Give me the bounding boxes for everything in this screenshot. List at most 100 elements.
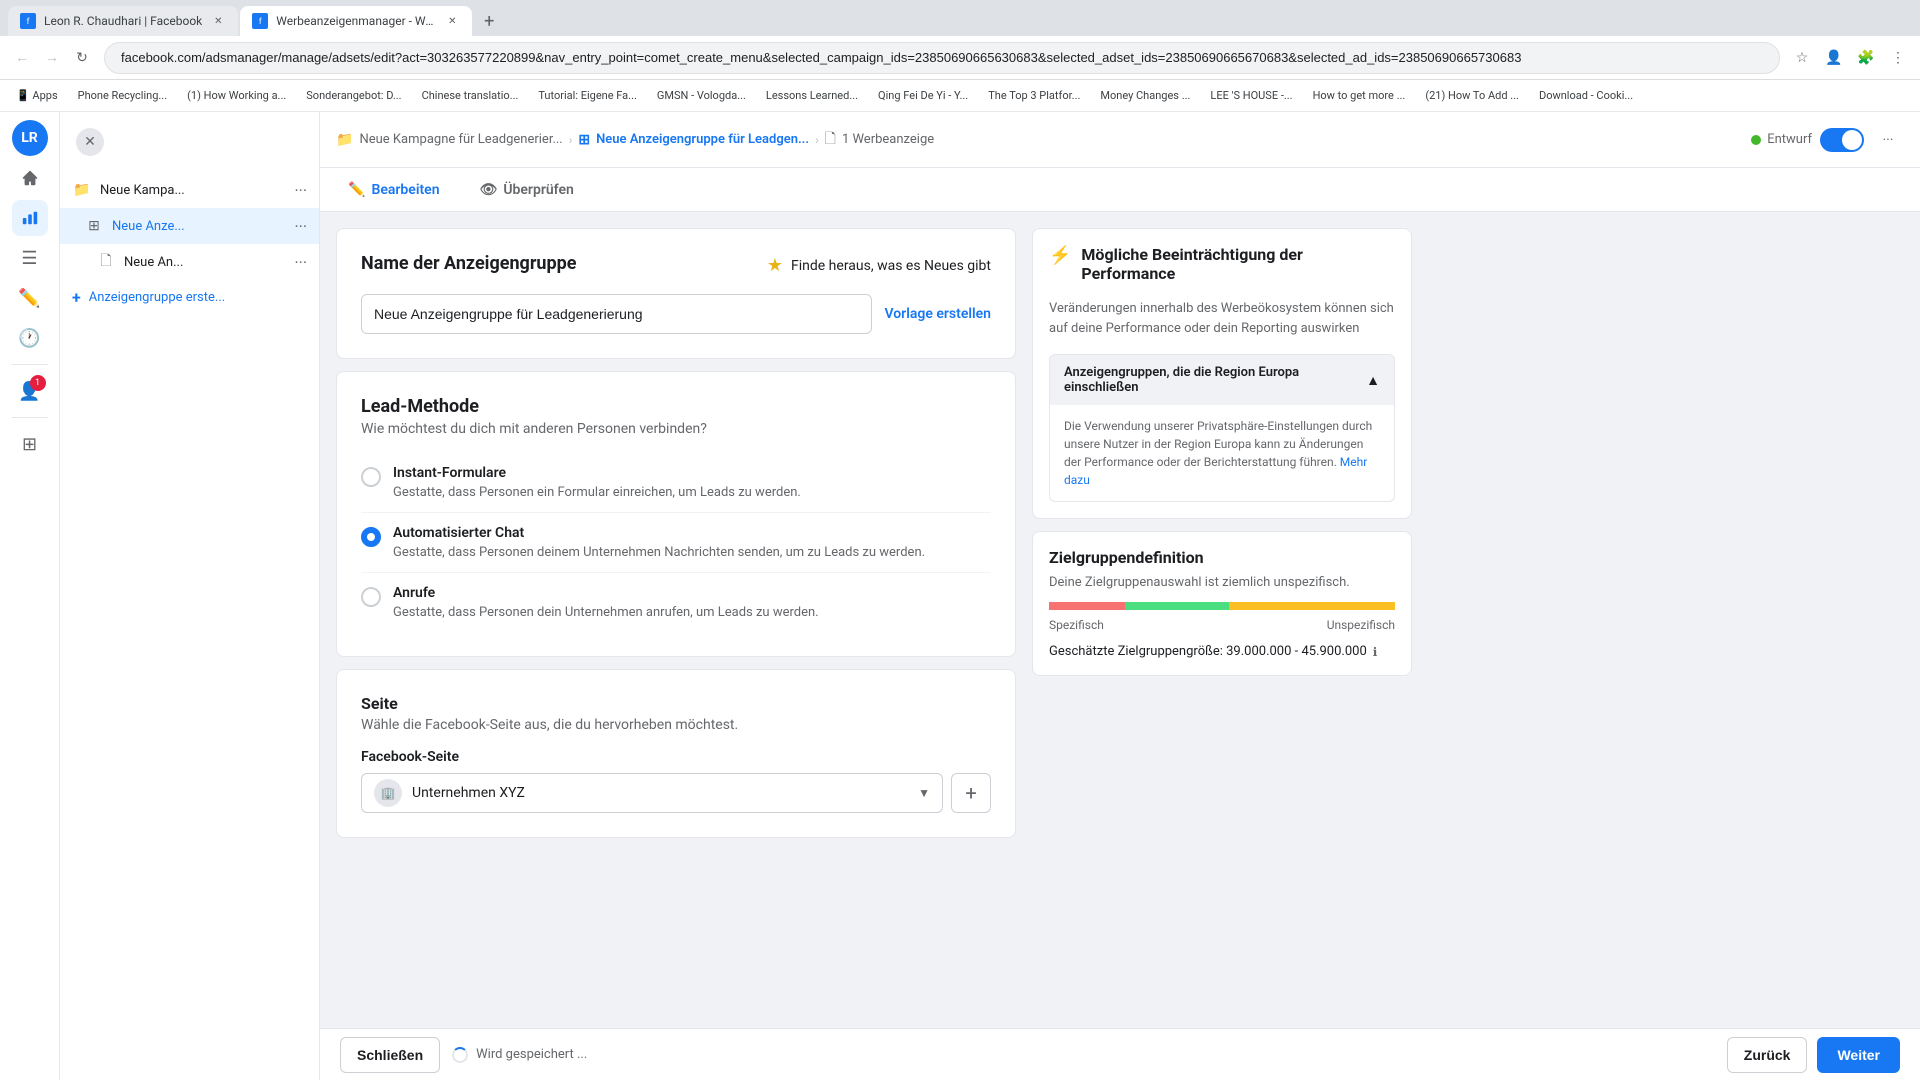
bookmark-14[interactable]: Download - Cooki... xyxy=(1531,86,1641,105)
instant-title: Instant-Formulare xyxy=(393,465,991,481)
radio-chat[interactable] xyxy=(361,527,381,547)
add-adset-button[interactable]: + Anzeigengruppe erste... xyxy=(60,280,319,315)
fb-nav-edit[interactable]: ✏️ xyxy=(12,280,48,316)
bottom-right: Zurück Weiter xyxy=(1727,1037,1900,1073)
lead-option-chat-content: Automatisierter Chat Gestatte, dass Pers… xyxy=(393,525,991,560)
breadcrumb-adset-label: Neue Anzeigengruppe für Leadgen... xyxy=(596,132,809,147)
audience-label-unspecific: Unspezifisch xyxy=(1327,618,1395,632)
tab-favicon-adsmanager: f xyxy=(252,13,268,29)
bar-yellow xyxy=(1229,602,1395,610)
sidebar-campaign-item[interactable]: 📁 Neue Kampa... ··· xyxy=(60,172,319,208)
add-page-button[interactable]: + xyxy=(951,773,991,813)
draft-label: Entwurf xyxy=(1767,132,1812,147)
breadcrumb-ad[interactable]: 🗋 1 Werbeanzeige xyxy=(825,128,934,152)
bookmark-5[interactable]: Tutorial: Eigene Fa... xyxy=(530,86,645,105)
breadcrumb-campaign-label: Neue Kampagne für Leadgenerier... xyxy=(359,132,562,147)
back-button[interactable]: Zurück xyxy=(1727,1037,1808,1073)
chat-desc: Gestatte, dass Personen deinem Unternehm… xyxy=(393,545,991,560)
extensions-button[interactable]: 🧩 xyxy=(1852,44,1880,72)
draft-badge: Entwurf xyxy=(1751,132,1812,147)
tab-bar: f Leon R. Chaudhari | Facebook ✕ f Werbe… xyxy=(0,0,1920,36)
lead-method-title: Lead-Methode xyxy=(361,396,991,417)
bookmark-1[interactable]: Phone Recycling... xyxy=(70,86,175,105)
campaign-breadcrumb-icon: 📁 xyxy=(336,132,353,148)
fb-nav-home[interactable] xyxy=(12,160,48,196)
bookmark-4[interactable]: Chinese translatio... xyxy=(414,86,527,105)
campaign-more-icon[interactable]: ··· xyxy=(294,181,307,200)
more-options-button[interactable]: ⋮ xyxy=(1884,44,1912,72)
bookmark-button[interactable]: ☆ xyxy=(1788,44,1816,72)
breadcrumb-campaign[interactable]: 📁 Neue Kampagne für Leadgenerier... xyxy=(336,132,563,148)
create-template-link[interactable]: Vorlage erstellen xyxy=(884,306,991,322)
bookmark-12[interactable]: How to get more ... xyxy=(1305,86,1414,105)
bar-red xyxy=(1049,602,1125,610)
fb-nav-clock[interactable]: 🕐 xyxy=(12,320,48,356)
tab-label-facebook: Leon R. Chaudhari | Facebook xyxy=(44,14,202,28)
page-dropdown-inner: 🏢 Unternehmen XYZ xyxy=(374,779,525,807)
sidebar-ad-item[interactable]: 🗋 Neue An... ··· xyxy=(60,244,319,280)
adset-item-label: Neue Anze... xyxy=(112,219,286,234)
audience-label-specific: Spezifisch xyxy=(1049,618,1104,632)
bookmark-10[interactable]: Money Changes ... xyxy=(1092,86,1198,105)
performance-card-body: Veränderungen innerhalb des Werbeökosyst… xyxy=(1033,299,1411,354)
bookmark-13[interactable]: (21) How To Add ... xyxy=(1417,86,1527,105)
action-tabs: ✏️ Bearbeiten 👁 Überprüfen xyxy=(320,168,1920,212)
warning-header[interactable]: Anzeigengruppen, die die Region Europa e… xyxy=(1050,355,1394,405)
sidebar-adset-item[interactable]: ⊞ Neue Anze... ··· xyxy=(60,208,319,244)
fb-nav-person[interactable]: 👤 1 xyxy=(12,373,48,409)
bookmark-9[interactable]: The Top 3 Platfor... xyxy=(980,86,1088,105)
bookmark-11[interactable]: LEE 'S HOUSE -... xyxy=(1202,86,1300,105)
name-card: Name der Anzeigengruppe ★ Finde heraus, … xyxy=(336,228,1016,359)
publish-toggle[interactable] xyxy=(1820,128,1864,152)
close-button[interactable]: Schließen xyxy=(340,1037,440,1073)
tab-bearbeiten[interactable]: ✏️ Bearbeiten xyxy=(336,174,452,206)
bookmark-6[interactable]: GMSN - Vologda... xyxy=(649,86,754,105)
ad-more-icon[interactable]: ··· xyxy=(294,253,307,272)
address-bar-row: ← → ↻ ☆ 👤 🧩 ⋮ xyxy=(0,36,1920,80)
tab-facebook[interactable]: f Leon R. Chaudhari | Facebook ✕ xyxy=(8,6,238,36)
forward-nav-button[interactable]: → xyxy=(38,44,66,72)
info-icon[interactable]: ℹ xyxy=(1373,645,1378,659)
add-icon: + xyxy=(72,288,81,307)
sidebar-close-button[interactable]: ✕ xyxy=(76,128,104,156)
breadcrumb: 📁 Neue Kampagne für Leadgenerier... › ⊞ … xyxy=(336,128,1739,152)
fb-avatar[interactable]: LR xyxy=(12,120,48,156)
tab-close-facebook[interactable]: ✕ xyxy=(210,13,226,29)
warning-section: Anzeigengruppen, die die Region Europa e… xyxy=(1049,354,1395,502)
bookmark-3[interactable]: Sonderangebot: D... xyxy=(298,86,409,105)
breadcrumb-sep-1: › xyxy=(569,133,573,147)
breadcrumb-adset[interactable]: ⊞ Neue Anzeigengruppe für Leadgen... xyxy=(578,132,809,148)
adset-breadcrumb-icon: ⊞ xyxy=(578,132,590,148)
fb-nav-menu[interactable]: ☰ xyxy=(12,240,48,276)
address-input[interactable] xyxy=(104,42,1780,74)
radio-instant[interactable] xyxy=(361,467,381,487)
nav-more-button[interactable]: ··· xyxy=(1872,124,1904,156)
tab-ueberpruefen[interactable]: 👁 Überprüfen xyxy=(468,174,586,206)
tab-adsmanager[interactable]: f Werbeanzeigenmanager - Wer... ✕ xyxy=(240,6,472,36)
reload-button[interactable]: ↻ xyxy=(68,44,96,72)
next-button[interactable]: Weiter xyxy=(1817,1037,1900,1073)
adset-more-icon[interactable]: ··· xyxy=(294,217,307,236)
new-tab-button[interactable]: + xyxy=(474,6,504,36)
browser-window: f Leon R. Chaudhari | Facebook ✕ f Werbe… xyxy=(0,0,1920,1080)
back-nav-button[interactable]: ← xyxy=(8,44,36,72)
campaign-item-label: Neue Kampa... xyxy=(100,183,286,198)
bookmark-8[interactable]: Qing Fei De Yi - Y... xyxy=(870,86,976,105)
bookmark-7[interactable]: Lessons Learned... xyxy=(758,86,866,105)
tab-close-adsmanager[interactable]: ✕ xyxy=(444,13,460,29)
bookmark-apps[interactable]: 📱 Apps xyxy=(8,86,66,105)
account-button[interactable]: 👤 xyxy=(1820,44,1848,72)
bottom-left: Schließen Wird gespeichert ... xyxy=(340,1037,587,1073)
fb-nav-chart[interactable] xyxy=(12,200,48,236)
chat-title: Automatisierter Chat xyxy=(393,525,991,541)
fb-sidebar-divider xyxy=(12,364,48,365)
audience-bar xyxy=(1049,602,1395,610)
radio-calls[interactable] xyxy=(361,587,381,607)
saving-text: Wird gespeichert ... xyxy=(476,1047,587,1062)
bookmark-2[interactable]: (1) How Working a... xyxy=(179,86,294,105)
star-icon: ★ xyxy=(767,255,783,276)
page-dropdown[interactable]: 🏢 Unternehmen XYZ ▼ xyxy=(361,773,943,813)
fb-nav-grid[interactable]: ⊞ xyxy=(12,426,48,462)
performance-card: ⚡ Mögliche Beeinträchtigung der Performa… xyxy=(1032,228,1412,519)
adset-name-input[interactable] xyxy=(361,294,872,334)
